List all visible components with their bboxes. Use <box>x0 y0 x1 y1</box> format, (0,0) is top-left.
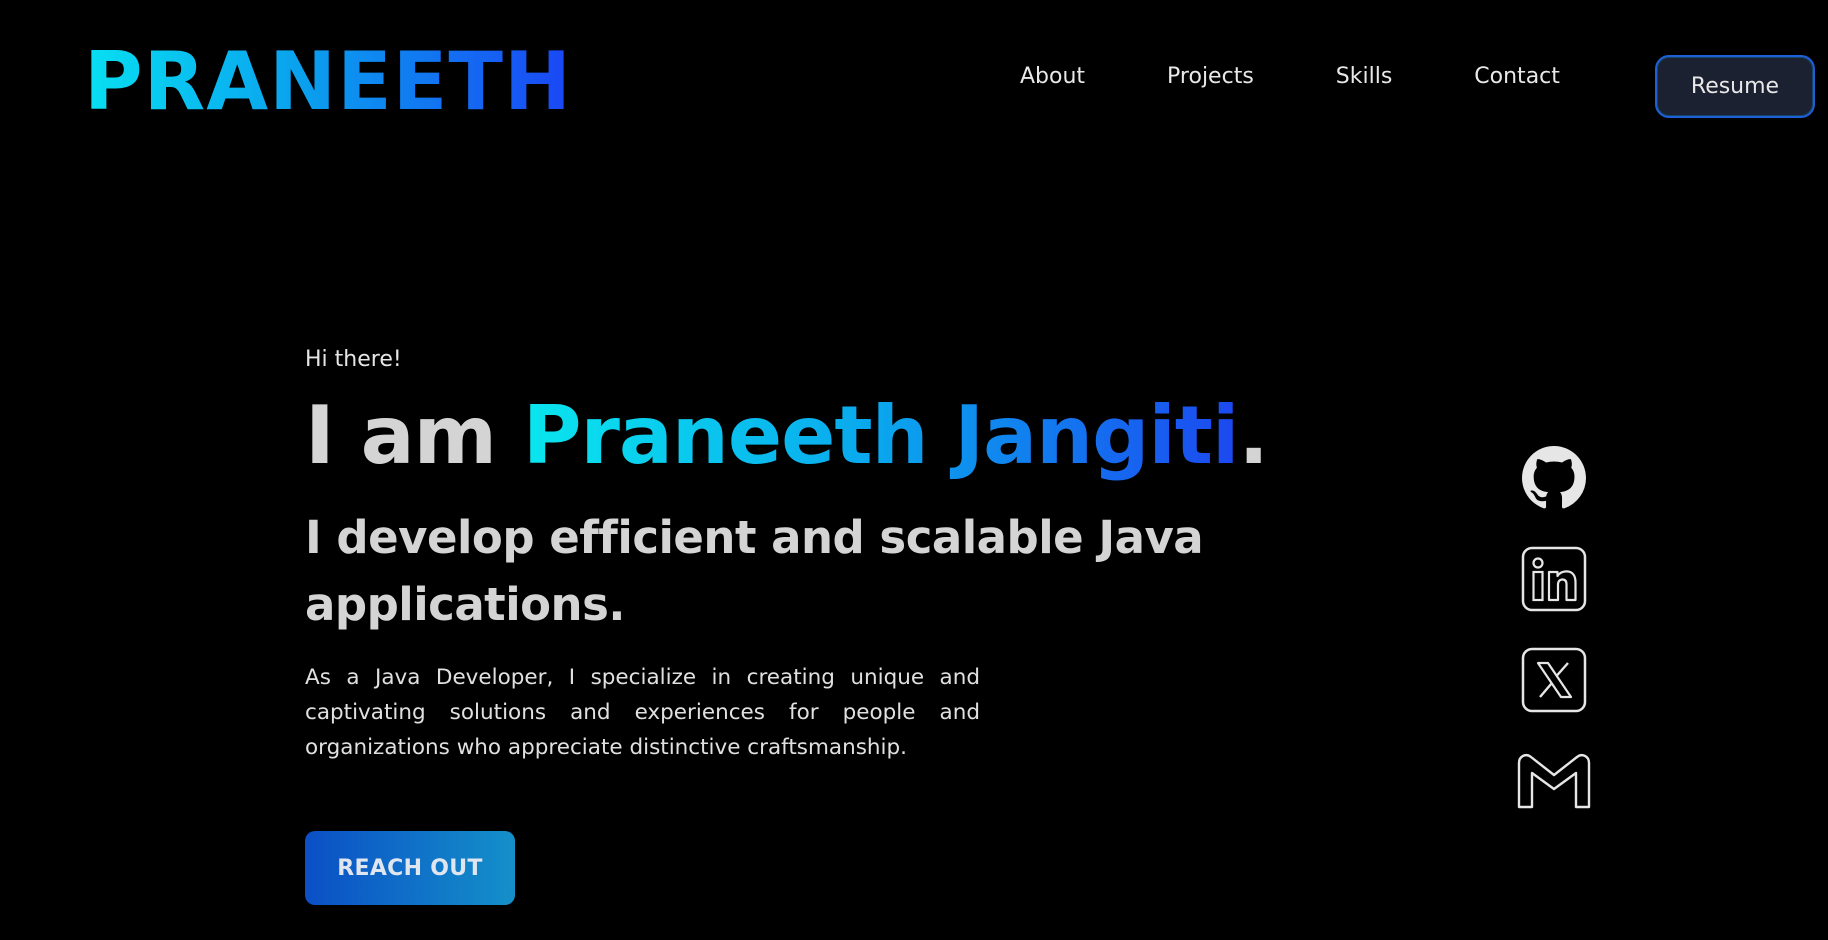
site-logo[interactable]: PRANEETH <box>84 42 572 122</box>
hero-subheadline: I develop efficient and scalable Java ap… <box>305 511 1204 631</box>
social-links <box>1514 438 1594 842</box>
hero-description: As a Java Developer, I specialize in cre… <box>305 665 980 760</box>
x-twitter-link[interactable] <box>1514 640 1594 720</box>
headline-name: Praneeth Jangiti <box>522 389 1240 482</box>
linkedin-icon <box>1521 546 1587 612</box>
main-nav: About Projects Skills Contact <box>1020 64 1642 90</box>
headline-prefix: I am <box>305 389 523 482</box>
portfolio-page: PRANEETH About Projects Skills Contact R… <box>0 0 1828 940</box>
nav-contact-link[interactable]: Contact <box>1474 64 1560 90</box>
hero-headline: I am Praneeth Jangiti. <box>305 389 1269 482</box>
github-icon <box>1522 446 1586 509</box>
linkedin-link[interactable] <box>1514 539 1594 619</box>
reach-out-button[interactable]: REACH OUT <box>305 831 515 905</box>
nav-about-link[interactable]: About <box>1020 64 1085 90</box>
gmail-icon <box>1517 754 1591 809</box>
nav-projects-link[interactable]: Projects <box>1167 64 1254 90</box>
greeting-text: Hi there! <box>305 347 402 372</box>
gmail-link[interactable] <box>1514 741 1594 821</box>
resume-button[interactable]: Resume <box>1655 55 1815 118</box>
github-link[interactable] <box>1514 438 1594 518</box>
x-twitter-icon <box>1521 647 1587 713</box>
headline-suffix: . <box>1238 389 1268 482</box>
nav-skills-link[interactable]: Skills <box>1336 64 1393 90</box>
